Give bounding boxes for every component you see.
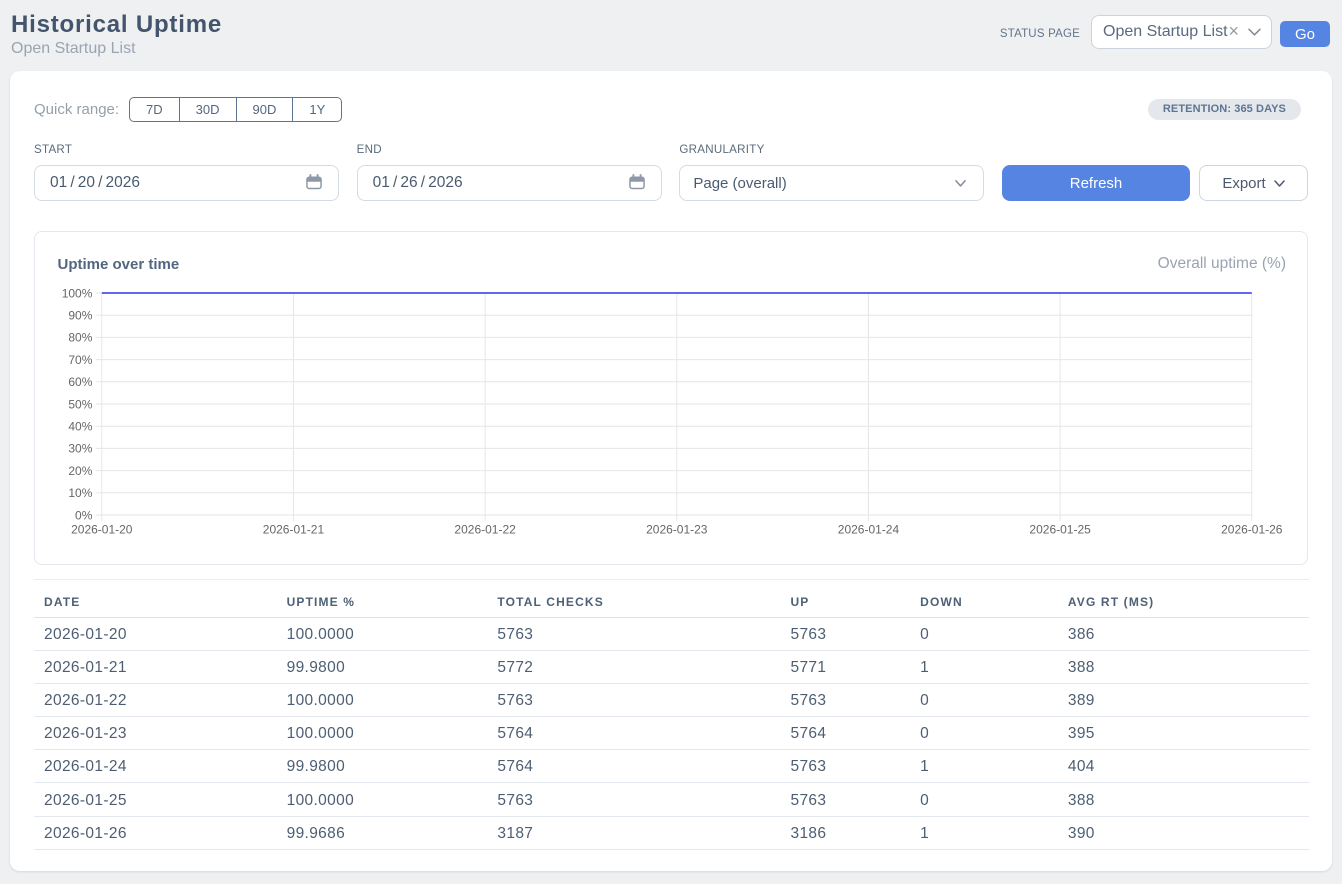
svg-text:10%: 10% xyxy=(68,486,92,500)
svg-text:2026-01-22: 2026-01-22 xyxy=(454,523,516,537)
svg-text:30%: 30% xyxy=(68,442,92,456)
svg-text:2026-01-26: 2026-01-26 xyxy=(1221,523,1283,537)
svg-text:2026-01-21: 2026-01-21 xyxy=(263,523,325,537)
svg-text:80%: 80% xyxy=(68,331,92,345)
svg-text:100%: 100% xyxy=(62,286,93,300)
svg-text:60%: 60% xyxy=(68,375,92,389)
svg-text:2026-01-25: 2026-01-25 xyxy=(1029,523,1091,537)
svg-text:2026-01-24: 2026-01-24 xyxy=(838,523,900,537)
svg-text:0%: 0% xyxy=(75,508,93,522)
svg-text:2026-01-23: 2026-01-23 xyxy=(646,523,708,537)
svg-text:90%: 90% xyxy=(68,309,92,323)
svg-text:70%: 70% xyxy=(68,353,92,367)
svg-text:40%: 40% xyxy=(68,420,92,434)
svg-text:2026-01-20: 2026-01-20 xyxy=(71,523,133,537)
svg-text:50%: 50% xyxy=(68,397,92,411)
svg-text:20%: 20% xyxy=(68,464,92,478)
